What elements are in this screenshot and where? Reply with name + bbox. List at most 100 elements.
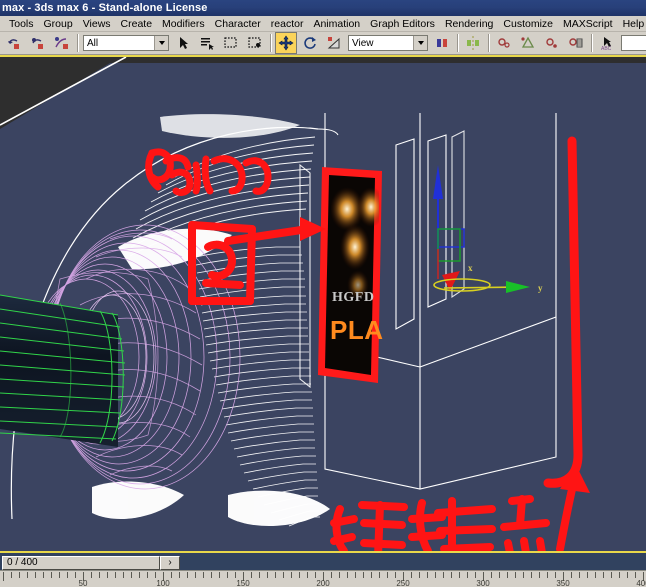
selected-plane-object[interactable]: HGFD PLA [318,167,385,383]
toolbar-separator [488,34,489,52]
mirror-icon[interactable] [462,32,484,54]
reference-coordinate-combo-value: View [352,37,374,49]
named-selection-combo[interactable] [621,35,646,51]
layer-manager-icon[interactable] [565,32,587,54]
ruler-tick [211,572,212,578]
menu-item-create[interactable]: Create [116,17,158,31]
select-and-move-icon[interactable] [275,32,297,54]
undo-icon[interactable] [3,32,25,54]
ruler-tick [411,572,412,578]
ruler-tick [27,572,28,578]
menu-item-graph-editors[interactable]: Graph Editors [365,17,440,31]
window-title: max - 3ds max 6 - Stand-alone License [2,2,208,14]
menu-item-maxscript[interactable]: MAXScript [558,17,618,31]
ruler-tick [307,572,308,578]
ruler-tick [587,572,588,578]
menu-item-tools[interactable]: Tools [4,17,39,31]
reference-coordinate-combo[interactable]: View [348,35,428,51]
select-object-icon[interactable] [172,32,194,54]
align-icon[interactable] [493,32,515,54]
max-application-window: max - 3ds max 6 - Stand-alone License To… [0,0,646,587]
menu-item-rendering[interactable]: Rendering [440,17,498,31]
select-and-rotate-icon[interactable] [299,32,321,54]
ruler-tick [187,572,188,578]
redo-icon[interactable] [27,32,49,54]
menu-item-modifiers[interactable]: Modifiers [157,17,210,31]
ruler-tick [395,572,396,578]
gizmo-y-label: y [538,283,543,293]
ruler-tick [547,572,548,578]
bind-space-warp-icon[interactable] [51,32,73,54]
svg-text:ABC: ABC [601,46,612,51]
name-selection-sets-icon[interactable]: ABC [596,32,618,54]
annotation-right-bracket [543,136,583,488]
gizmo-x-label: x [468,263,473,273]
ruler-tick [539,572,540,578]
ruler-tick [275,572,276,578]
use-pivot-center-icon[interactable] [431,32,453,54]
ruler-tick [267,572,268,578]
ruler-tick [315,572,316,578]
ruler-tick [571,572,572,578]
ruler-tick [579,572,580,578]
transform-gizmo[interactable]: x y [433,165,543,293]
ruler-tick [203,572,204,578]
array-icon[interactable] [517,32,539,54]
ruler-tick [619,572,620,578]
annotation-bottom-stroke-group [330,495,550,555]
selection-filter-combo[interactable]: All [83,35,169,51]
ruler-tick [507,572,508,578]
texture-heading: HGFD [332,290,374,305]
ruler-tick [363,572,364,578]
ruler-tick [11,572,12,578]
menu-item-customize[interactable]: Customize [498,17,558,31]
ruler-tick [67,572,68,578]
ruler-tick [235,572,236,578]
ruler-tick [75,572,76,578]
chevron-down-icon[interactable] [413,36,427,50]
ruler-tick [251,572,252,578]
ruler-tick [123,572,124,578]
toolbar-separator [457,34,458,52]
ruler-tick [443,572,444,578]
ruler-tick [499,572,500,578]
rectangular-select-region-icon[interactable] [220,32,242,54]
select-by-name-icon[interactable] [196,32,218,54]
menu-item-animation[interactable]: Animation [308,17,365,31]
menu-item-character[interactable]: Character [210,17,266,31]
select-and-scale-icon[interactable] [323,32,345,54]
menu-item-reactor[interactable]: reactor [266,17,309,31]
ruler-tick [227,572,228,578]
ruler-tick [147,572,148,578]
ruler-tick [523,572,524,578]
ruler-tick [475,572,476,578]
menu-item-views[interactable]: Views [78,17,116,31]
ruler-tick [355,572,356,578]
ruler-label: 100 [156,579,170,587]
ruler-tick [195,572,196,578]
current-frame-field[interactable]: 0 / 400 [2,556,160,570]
ruler-label: 400 [636,579,646,587]
ruler-label: 200 [316,579,330,587]
ruler-tick [603,572,604,578]
menu-item-group[interactable]: Group [39,17,78,31]
chevron-down-icon[interactable] [154,36,168,50]
toolbar-separator [270,34,271,52]
next-frame-button[interactable]: › [160,556,180,570]
window-crossing-icon[interactable] [244,32,266,54]
ruler-tick [531,572,532,578]
menu-item-help[interactable]: Help [618,17,646,31]
ruler-tick [179,572,180,578]
perspective-viewport[interactable]: HGFD PLA x y [0,55,646,555]
ruler-tick [43,572,44,578]
menu-bar: Tools Group Views Create Modifiers Character r… [0,16,646,32]
annotation-top-stroke-group [145,148,272,197]
ruler-tick [99,572,100,578]
texture-body: PLA [330,315,384,345]
annotation-arrow-up [556,477,578,553]
snapshot-icon[interactable] [541,32,563,54]
ruler-tick [59,572,60,578]
timeline-ruler[interactable]: 50 100 150 200 250 300 350 400 [0,570,646,587]
ruler-tick [387,572,388,578]
ruler-tick [451,572,452,578]
